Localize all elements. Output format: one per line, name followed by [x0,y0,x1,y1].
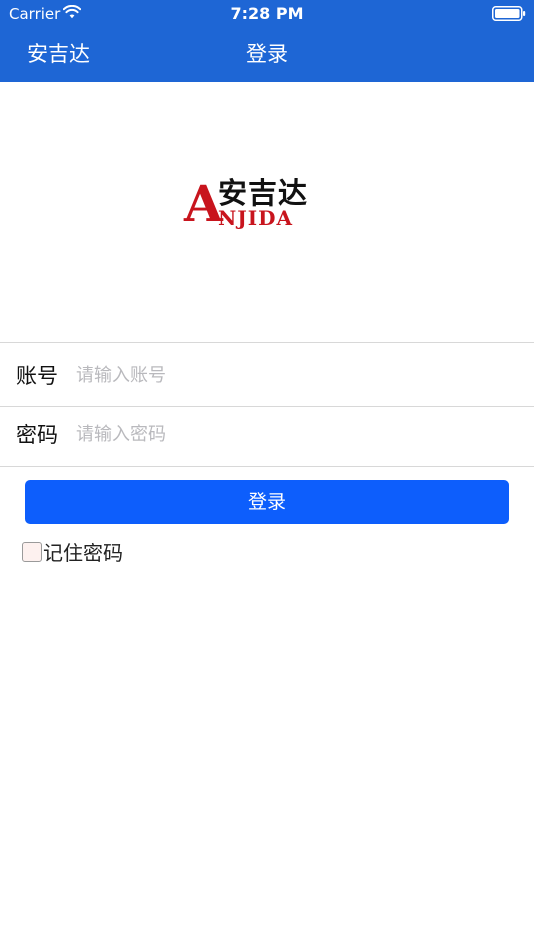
logo-initial: A [184,174,223,233]
account-row: 账号 [0,344,534,406]
status-bar: Carrier 7:28 PM [0,0,534,28]
password-input[interactable] [76,418,516,450]
remember-password-label[interactable]: 记住密码 [43,540,123,566]
login-screen: Carrier 7:28 PM 安吉达 登录 A 安吉达 NJIDA 账号 密码 [0,0,534,950]
login-button[interactable]: 登录 [25,480,509,524]
remember-password-checkbox[interactable] [22,542,42,562]
page-title: 登录 [246,42,288,66]
account-input[interactable] [76,359,516,391]
form-top-divider [0,342,534,343]
logo-english-text: NJIDA [218,206,293,230]
password-row: 密码 [0,403,534,465]
password-divider [0,466,534,467]
anjida-logo: A 安吉达 NJIDA [182,176,344,232]
battery-icon [492,6,526,21]
status-time: 7:28 PM [230,4,304,23]
top-bar: Carrier 7:28 PM 安吉达 登录 [0,0,534,82]
account-label: 账号 [16,364,58,388]
remember-password-row[interactable]: 记住密码 [22,540,222,566]
password-label: 密码 [16,423,58,447]
logo-chinese-text: 安吉达 [218,176,309,210]
